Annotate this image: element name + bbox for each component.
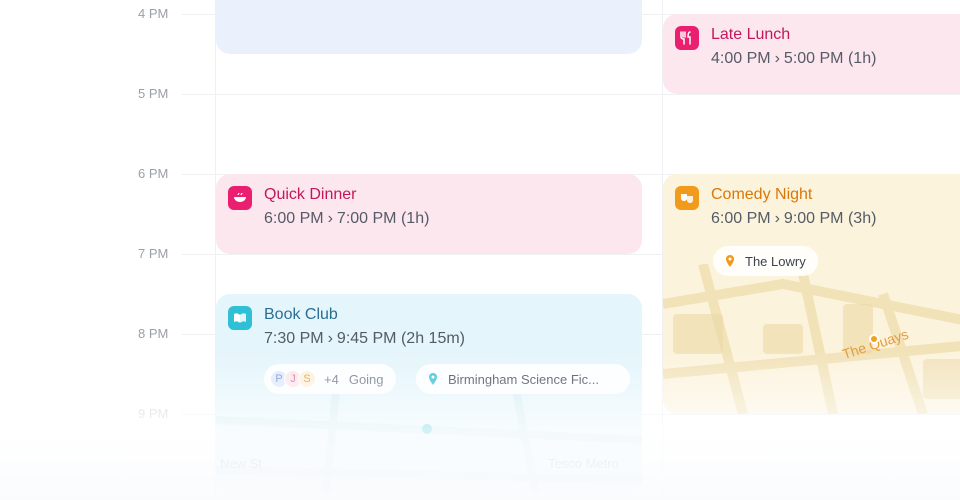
event-duration: (3h) xyxy=(847,210,877,227)
location-chip[interactable]: Birmingham Science Fic... xyxy=(416,364,630,394)
event-duration: (1h) xyxy=(400,210,430,227)
location-chip[interactable]: The Lowry xyxy=(713,246,818,276)
more-attendees-count: +4 xyxy=(324,371,339,387)
location-name: Birmingham Science Fic... xyxy=(448,371,599,387)
calendar-day-view: 4 PM 5 PM 6 PM 7 PM 8 PM 9 PM Late Lunch… xyxy=(0,0,960,500)
event-title: Book Club xyxy=(264,306,338,323)
map-pin-icon xyxy=(726,255,734,267)
event-time: 6:00 PM › 9:00 PM (3h) xyxy=(711,210,876,228)
map-preview xyxy=(663,264,960,414)
chevron-right-icon: › xyxy=(774,210,780,227)
edge-fade xyxy=(0,0,140,500)
hour-gridline xyxy=(182,94,960,95)
map-preview xyxy=(216,390,642,494)
event-start: 7:30 PM xyxy=(264,330,324,347)
event-duration: (1h) xyxy=(847,50,877,67)
map-street-label: Tesco Metro xyxy=(548,456,619,471)
event-title: Late Lunch xyxy=(711,26,791,43)
time-label-4pm: 4 PM xyxy=(138,6,169,21)
time-label-7pm: 7 PM xyxy=(138,246,169,261)
time-label-5pm: 5 PM xyxy=(138,86,169,101)
book-icon xyxy=(228,306,252,330)
chevron-right-icon: › xyxy=(327,210,333,227)
event-start: 4:00 PM xyxy=(711,50,771,67)
location-name: The Lowry xyxy=(745,253,806,269)
map-location-dot xyxy=(422,424,432,434)
map-street-label: New St xyxy=(220,456,262,471)
event-end: 5:00 PM xyxy=(783,50,844,67)
event-card-book-club[interactable]: Book Club 7:30 PM › 9:45 PM (2h 15m) P J S… xyxy=(216,294,642,494)
time-label-9pm: 9 PM xyxy=(138,406,169,421)
event-time: 4:00 PM › 5:00 PM (1h) xyxy=(711,50,876,68)
event-card-previous[interactable] xyxy=(216,0,642,54)
event-title: Quick Dinner xyxy=(264,186,357,203)
event-start: 6:00 PM xyxy=(711,210,771,227)
event-card-quick-dinner[interactable]: Quick Dinner 6:00 PM › 7:00 PM (1h) xyxy=(216,174,642,254)
time-label-8pm: 8 PM xyxy=(138,326,169,341)
event-time: 7:30 PM › 9:45 PM (2h 15m) xyxy=(264,330,465,348)
event-end: 9:00 PM xyxy=(783,210,844,227)
going-label: Going xyxy=(348,371,384,387)
utensils-icon xyxy=(675,26,699,50)
map-location-dot xyxy=(869,334,879,344)
event-end: 7:00 PM xyxy=(336,210,397,227)
event-duration: (2h 15m) xyxy=(400,330,465,347)
event-time: 6:00 PM › 7:00 PM (1h) xyxy=(264,210,429,228)
time-label-6pm: 6 PM xyxy=(138,166,169,181)
bowl-icon xyxy=(228,186,252,210)
attendees-chip[interactable]: P J S +4 Going xyxy=(264,364,396,394)
event-card-late-lunch[interactable]: Late Lunch 4:00 PM › 5:00 PM (1h) xyxy=(663,14,960,94)
avatar: S xyxy=(298,370,316,388)
event-card-comedy-night[interactable]: Comedy Night 6:00 PM › 9:00 PM (3h) The Lo… xyxy=(663,174,960,414)
chevron-right-icon: › xyxy=(327,330,333,347)
event-title: Comedy Night xyxy=(711,186,813,203)
chevron-right-icon: › xyxy=(774,50,780,67)
event-start: 6:00 PM xyxy=(264,210,324,227)
event-end: 9:45 PM xyxy=(336,330,397,347)
map-pin-icon xyxy=(429,373,437,385)
theater-masks-icon xyxy=(675,186,699,210)
